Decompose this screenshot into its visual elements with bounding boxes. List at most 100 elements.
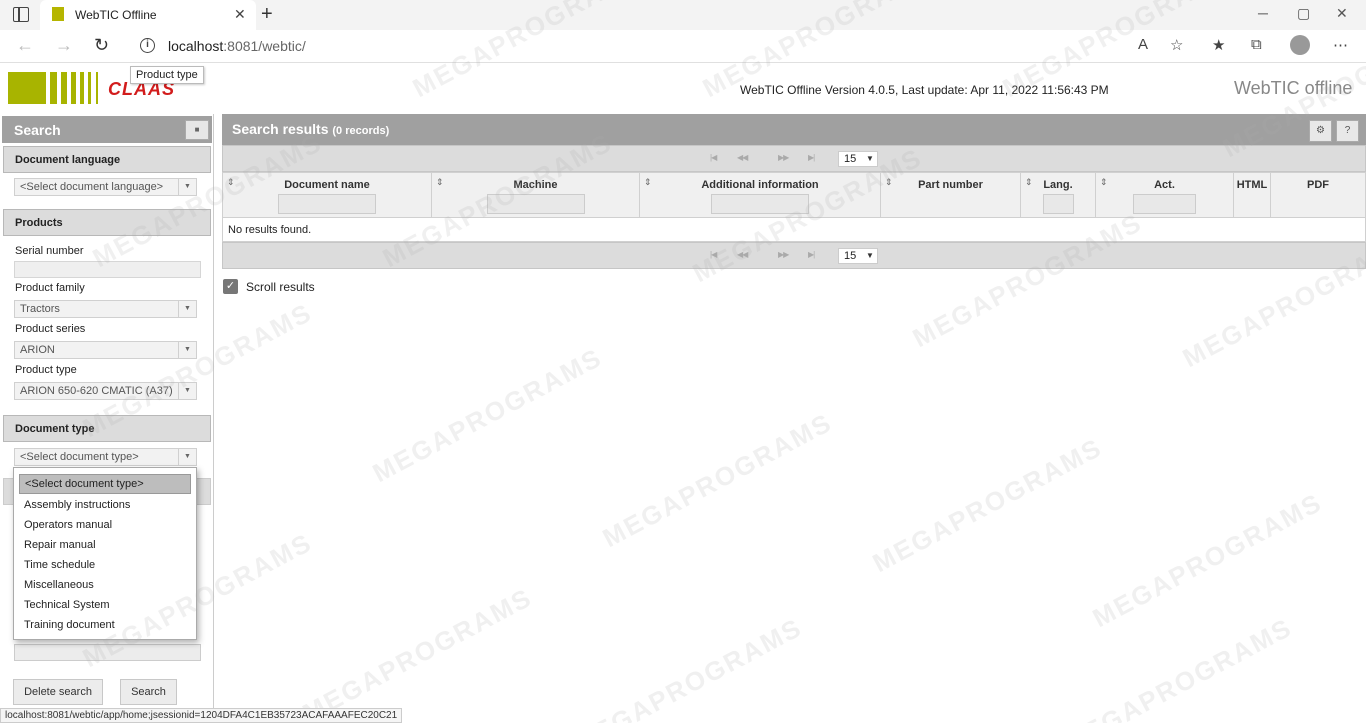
help-icon[interactable]: ? <box>1336 120 1359 142</box>
hidden-input <box>14 644 201 661</box>
favorite-add-icon[interactable]: ☆ <box>1170 36 1183 54</box>
first-page-icon[interactable]: |◀ <box>710 153 717 162</box>
dropdown-option[interactable]: Time schedule <box>24 559 95 571</box>
document-type-dropdown: <Select document type> Assembly instruct… <box>13 467 197 640</box>
product-type-tooltip: Product type <box>130 66 204 84</box>
page-size-select[interactable]: 15 ▼ <box>838 248 878 264</box>
column-document-name[interactable]: ⇕ Document name <box>223 173 432 219</box>
browser-tab[interactable]: WebTIC Offline ✕ <box>40 0 256 30</box>
results-table-header: ⇕ Document name ⇕ Machine ⇕ Additional i… <box>222 172 1366 219</box>
dropdown-option[interactable]: Operators manual <box>24 519 112 531</box>
read-aloud-icon[interactable]: A <box>1138 36 1148 53</box>
top-pager: |◀ ◀◀ ▶▶ ▶| 15 ▼ <box>222 145 1366 172</box>
profile-avatar[interactable] <box>1290 35 1310 55</box>
product-family-value: Tractors <box>20 303 60 315</box>
dropdown-option[interactable]: Technical System <box>24 599 110 611</box>
delete-search-button[interactable]: Delete search <box>13 679 103 705</box>
product-family-select[interactable]: Tractors ▼ <box>14 300 197 318</box>
more-menu-icon[interactable]: ⋯ <box>1333 36 1348 54</box>
dropdown-option[interactable]: Repair manual <box>24 539 96 551</box>
serial-number-input[interactable] <box>14 261 201 278</box>
site-info-icon[interactable]: i <box>140 38 155 53</box>
favorites-icon[interactable]: ★ <box>1212 36 1225 54</box>
search-panel-header: Search ■ <box>2 116 212 143</box>
column-lang[interactable]: ⇕ Lang. <box>1021 173 1096 219</box>
column-html: HTML <box>1234 173 1271 219</box>
chevron-down-icon: ▼ <box>866 251 874 260</box>
document-type-select[interactable]: <Select document type> ▼ <box>14 448 197 466</box>
next-page-icon[interactable]: ▶▶ <box>778 153 789 162</box>
column-part-number[interactable]: ⇕ Part number <box>881 173 1021 219</box>
url-path: :8081/webtic/ <box>223 38 306 54</box>
document-language-value: <Select document language> <box>20 181 164 193</box>
minimize-icon[interactable]: ─ <box>1258 5 1268 21</box>
app-header: CLAAS <box>0 64 1366 114</box>
column-title: PDF <box>1307 179 1329 191</box>
results-count: (0 records) <box>332 125 390 137</box>
column-title: Machine <box>513 179 558 191</box>
search-results-header: Search results (0 records) ⚙ ? <box>222 114 1366 145</box>
scroll-results-checkbox[interactable]: ✓ <box>223 279 238 294</box>
next-page-icon[interactable]: ▶▶ <box>778 250 789 259</box>
column-additional-info[interactable]: ⇕ Additional information <box>640 173 881 219</box>
settings-icon[interactable]: ⚙ <box>1309 120 1332 142</box>
products-section[interactable]: Products <box>3 209 211 236</box>
new-tab-icon[interactable]: + <box>261 3 273 26</box>
page-size-value: 15 <box>844 153 857 165</box>
product-type-select[interactable]: ARION 650-620 CMATIC (A37) ▼ <box>14 382 197 400</box>
column-act[interactable]: ⇕ Act. <box>1096 173 1234 219</box>
filter-input[interactable] <box>278 194 376 214</box>
forward-icon[interactable]: → <box>55 35 73 56</box>
tab-title: WebTIC Offline <box>75 8 157 22</box>
search-results-title: Search results <box>232 121 329 137</box>
first-page-icon[interactable]: |◀ <box>710 250 717 259</box>
chevron-down-icon: ▼ <box>178 449 196 465</box>
collections-icon[interactable]: ⧉ <box>1251 36 1262 53</box>
page-size-select[interactable]: 15 ▼ <box>838 151 878 167</box>
back-icon[interactable]: ← <box>16 35 34 56</box>
dropdown-option[interactable]: <Select document type> <box>19 474 191 494</box>
serial-number-label: Serial number <box>15 245 84 257</box>
reload-icon[interactable]: ↻ <box>94 35 109 56</box>
last-page-icon[interactable]: ▶| <box>808 250 815 259</box>
window-menu-icon[interactable] <box>13 7 29 22</box>
chevron-down-icon: ▼ <box>178 342 196 358</box>
scroll-results-label: Scroll results <box>246 280 315 294</box>
document-language-select[interactable]: <Select document language> ▼ <box>14 178 197 196</box>
bottom-pager: |◀ ◀◀ ▶▶ ▶| 15 ▼ <box>222 242 1366 269</box>
tab-favicon-icon <box>52 7 64 21</box>
document-language-section[interactable]: Document language <box>3 146 211 173</box>
filter-input[interactable] <box>1133 194 1196 214</box>
page-size-value: 15 <box>844 250 857 262</box>
tab-close-icon[interactable]: ✕ <box>234 6 246 23</box>
dropdown-option[interactable]: Miscellaneous <box>24 579 94 591</box>
product-type-value: ARION 650-620 CMATIC (A37) <box>20 385 173 397</box>
filter-input[interactable] <box>1043 194 1074 214</box>
watermark: MEGAPROGRAMS <box>1057 611 1298 723</box>
dropdown-option[interactable]: Assembly instructions <box>24 499 130 511</box>
chevron-down-icon: ▼ <box>178 179 196 195</box>
url-field[interactable]: i localhost:8081/webtic/ <box>128 33 1158 60</box>
prev-page-icon[interactable]: ◀◀ <box>737 250 748 259</box>
filter-input[interactable] <box>711 194 809 214</box>
watermark: MEGAPROGRAMS <box>1087 486 1328 634</box>
search-button[interactable]: Search <box>120 679 177 705</box>
document-type-heading: Document type <box>15 423 95 435</box>
window-close-icon[interactable]: ✕ <box>1336 5 1348 22</box>
document-language-heading: Document language <box>15 154 121 166</box>
column-machine[interactable]: ⇕ Machine <box>432 173 640 219</box>
maximize-icon[interactable]: ▢ <box>1297 5 1310 22</box>
status-bar-url: localhost:8081/webtic/app/home;jsessioni… <box>0 708 403 723</box>
product-series-select[interactable]: ARION ▼ <box>14 341 197 359</box>
column-title: HTML <box>1236 179 1268 191</box>
url-host: localhost <box>168 38 224 54</box>
document-type-section[interactable]: Document type <box>3 415 211 442</box>
watermark: MEGAPROGRAMS <box>597 406 838 554</box>
last-page-icon[interactable]: ▶| <box>808 153 815 162</box>
prev-page-icon[interactable]: ◀◀ <box>737 153 748 162</box>
collapse-icon[interactable]: ■ <box>185 120 209 140</box>
dropdown-option[interactable]: Training document <box>24 619 115 631</box>
product-family-label: Product family <box>15 282 85 294</box>
filter-input[interactable] <box>487 194 585 214</box>
column-title: Part number <box>918 179 983 191</box>
